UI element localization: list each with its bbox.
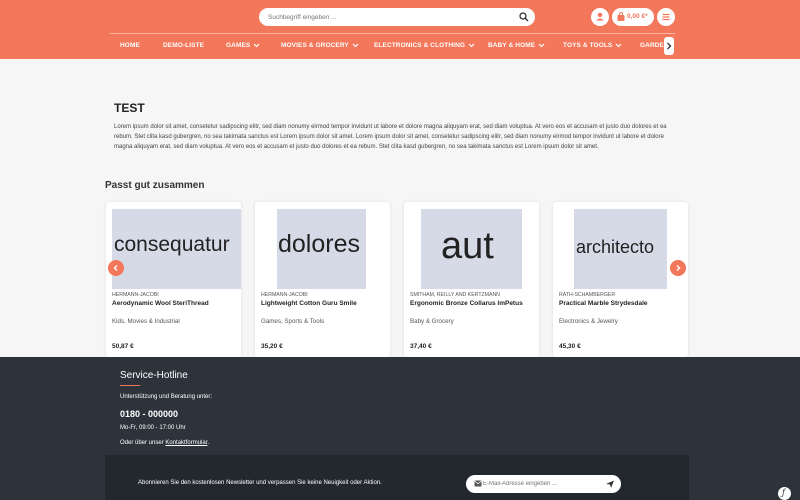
product-category: Electronics & Jewelry: [559, 318, 618, 325]
user-icon: [596, 12, 604, 21]
product-name[interactable]: Lightweight Cotton Guru Smile: [261, 300, 357, 307]
hotline-subtitle: Unterstützung und Beratung unter:: [120, 394, 213, 400]
newsletter-text: Abonnieren Sie den kostenlosen Newslette…: [138, 480, 382, 486]
slider-next-button[interactable]: [670, 260, 686, 276]
cms-title: TEST: [114, 101, 145, 115]
nav-item-demo-liste[interactable]: DEMO-LISTE: [163, 42, 204, 49]
chevron-right-icon: [667, 42, 672, 50]
cart-total: 0,00 €*: [627, 13, 648, 20]
product-category: Kids, Movies & Industrial: [112, 318, 180, 325]
nav-item-games[interactable]: GAMES: [226, 42, 260, 49]
product-image-text: consequatur: [114, 233, 230, 256]
nav-label: DEMO-LISTE: [163, 42, 205, 49]
chevron-down-icon: [538, 43, 545, 48]
search-icon[interactable]: [519, 12, 529, 22]
nav-label: ELECTRONICS & CLOTHING: [374, 42, 466, 49]
search-input[interactable]: [268, 11, 508, 23]
product-image-text: aut: [441, 225, 494, 267]
cookie-settings-button[interactable]: ƒ: [778, 487, 791, 500]
product-card[interactable]: architecto RATH-SCHAMBERGER Practical Ma…: [553, 202, 688, 357]
product-price: 35,20 €: [261, 343, 283, 350]
search-bar[interactable]: [259, 8, 535, 26]
nav-item-baby-home[interactable]: BABY & HOME: [488, 42, 545, 49]
nav-scroll-next-button[interactable]: [664, 37, 674, 55]
cms-text: Lorem ipsum dolor sit amet, consetetur s…: [114, 124, 667, 150]
nav-label: HOME: [120, 42, 140, 49]
chevron-left-icon: [113, 265, 118, 271]
main-navigation: HOME DEMO-LISTE GAMES MOVIES & GROCERY E…: [110, 37, 675, 55]
nav-item-electronics-clothing[interactable]: ELECTRONICS & CLOTHING: [374, 42, 475, 49]
product-image[interactable]: dolores: [277, 209, 366, 289]
nav-item-movies-grocery[interactable]: MOVIES & GROCERY: [281, 42, 359, 49]
cookie-icon: ƒ: [782, 488, 785, 497]
cart-button[interactable]: 0,00 €*: [612, 8, 654, 26]
product-category: Baby & Grocery: [410, 318, 454, 325]
product-brand: RATH-SCHAMBERGER: [559, 292, 616, 298]
nav-label: MOVIES & GROCERY: [281, 42, 349, 49]
product-brand: HERMANN-JACOBI: [112, 292, 159, 298]
newsletter-email-input[interactable]: [483, 478, 598, 490]
product-image[interactable]: aut: [421, 209, 522, 289]
hotline-number[interactable]: 0180 - 000000: [120, 409, 178, 419]
hotline-title: Service-Hotline: [120, 370, 188, 381]
product-image[interactable]: architecto: [574, 209, 667, 289]
product-price: 37,40 €: [410, 343, 432, 350]
nav-item-toys-tools[interactable]: TOYS & TOOLS: [563, 42, 622, 49]
bag-icon: [617, 12, 625, 21]
newsletter-form[interactable]: [466, 475, 621, 493]
header-divider: [110, 33, 675, 34]
product-brand: SMITHAM, REILLY AND KERTZMANN: [410, 292, 500, 298]
hotline-underline: [120, 385, 140, 386]
product-card[interactable]: aut SMITHAM, REILLY AND KERTZMANN Ergono…: [404, 202, 539, 357]
nav-item-home[interactable]: HOME: [120, 42, 140, 49]
product-name[interactable]: Practical Marble Strydesdale: [559, 300, 648, 307]
chevron-down-icon: [615, 43, 622, 48]
product-price: 50,87 €: [112, 343, 134, 350]
product-price: 45,30 €: [559, 343, 581, 350]
hotline-hours: Mo-Fr, 09:00 - 17:00 Uhr: [120, 425, 186, 431]
chevron-right-icon: [676, 265, 681, 271]
nav-label: GAMES: [226, 42, 251, 49]
nav-label: TOYS & TOOLS: [563, 42, 613, 49]
crossselling-title: Passt gut zusammen: [105, 180, 205, 191]
hamburger-icon: [662, 13, 670, 21]
contact-suffix: .: [207, 440, 210, 446]
contact-prefix: Oder über unser: [120, 440, 166, 446]
chevron-down-icon: [352, 43, 359, 48]
product-image-text: architecto: [576, 237, 655, 257]
hotline-contact: Oder über unser Kontaktformular.: [120, 440, 209, 446]
send-icon[interactable]: [605, 479, 615, 489]
product-brand: HERMANN-JACOBI: [261, 292, 308, 298]
slider-prev-button[interactable]: [108, 260, 124, 276]
account-button[interactable]: [591, 8, 609, 26]
product-name[interactable]: Aerodynamic Wool SteriThread: [112, 300, 209, 307]
product-category: Games, Sports & Tools: [261, 318, 325, 325]
product-card[interactable]: consequatur HERMANN-JACOBI Aerodynamic W…: [106, 202, 241, 357]
menu-button[interactable]: [657, 8, 675, 26]
contact-form-link[interactable]: Kontaktformular: [165, 440, 207, 446]
chevron-down-icon: [468, 43, 475, 48]
product-name[interactable]: Ergonomic Bronze Collarus ImPetus: [410, 300, 523, 307]
nav-label: BABY & HOME: [488, 42, 536, 49]
product-image[interactable]: consequatur: [112, 209, 241, 289]
product-card[interactable]: dolores HERMANN-JACOBI Lightweight Cotto…: [255, 202, 390, 357]
mail-icon: [474, 480, 482, 487]
product-image-text: dolores: [278, 230, 360, 258]
chevron-down-icon: [253, 43, 260, 48]
